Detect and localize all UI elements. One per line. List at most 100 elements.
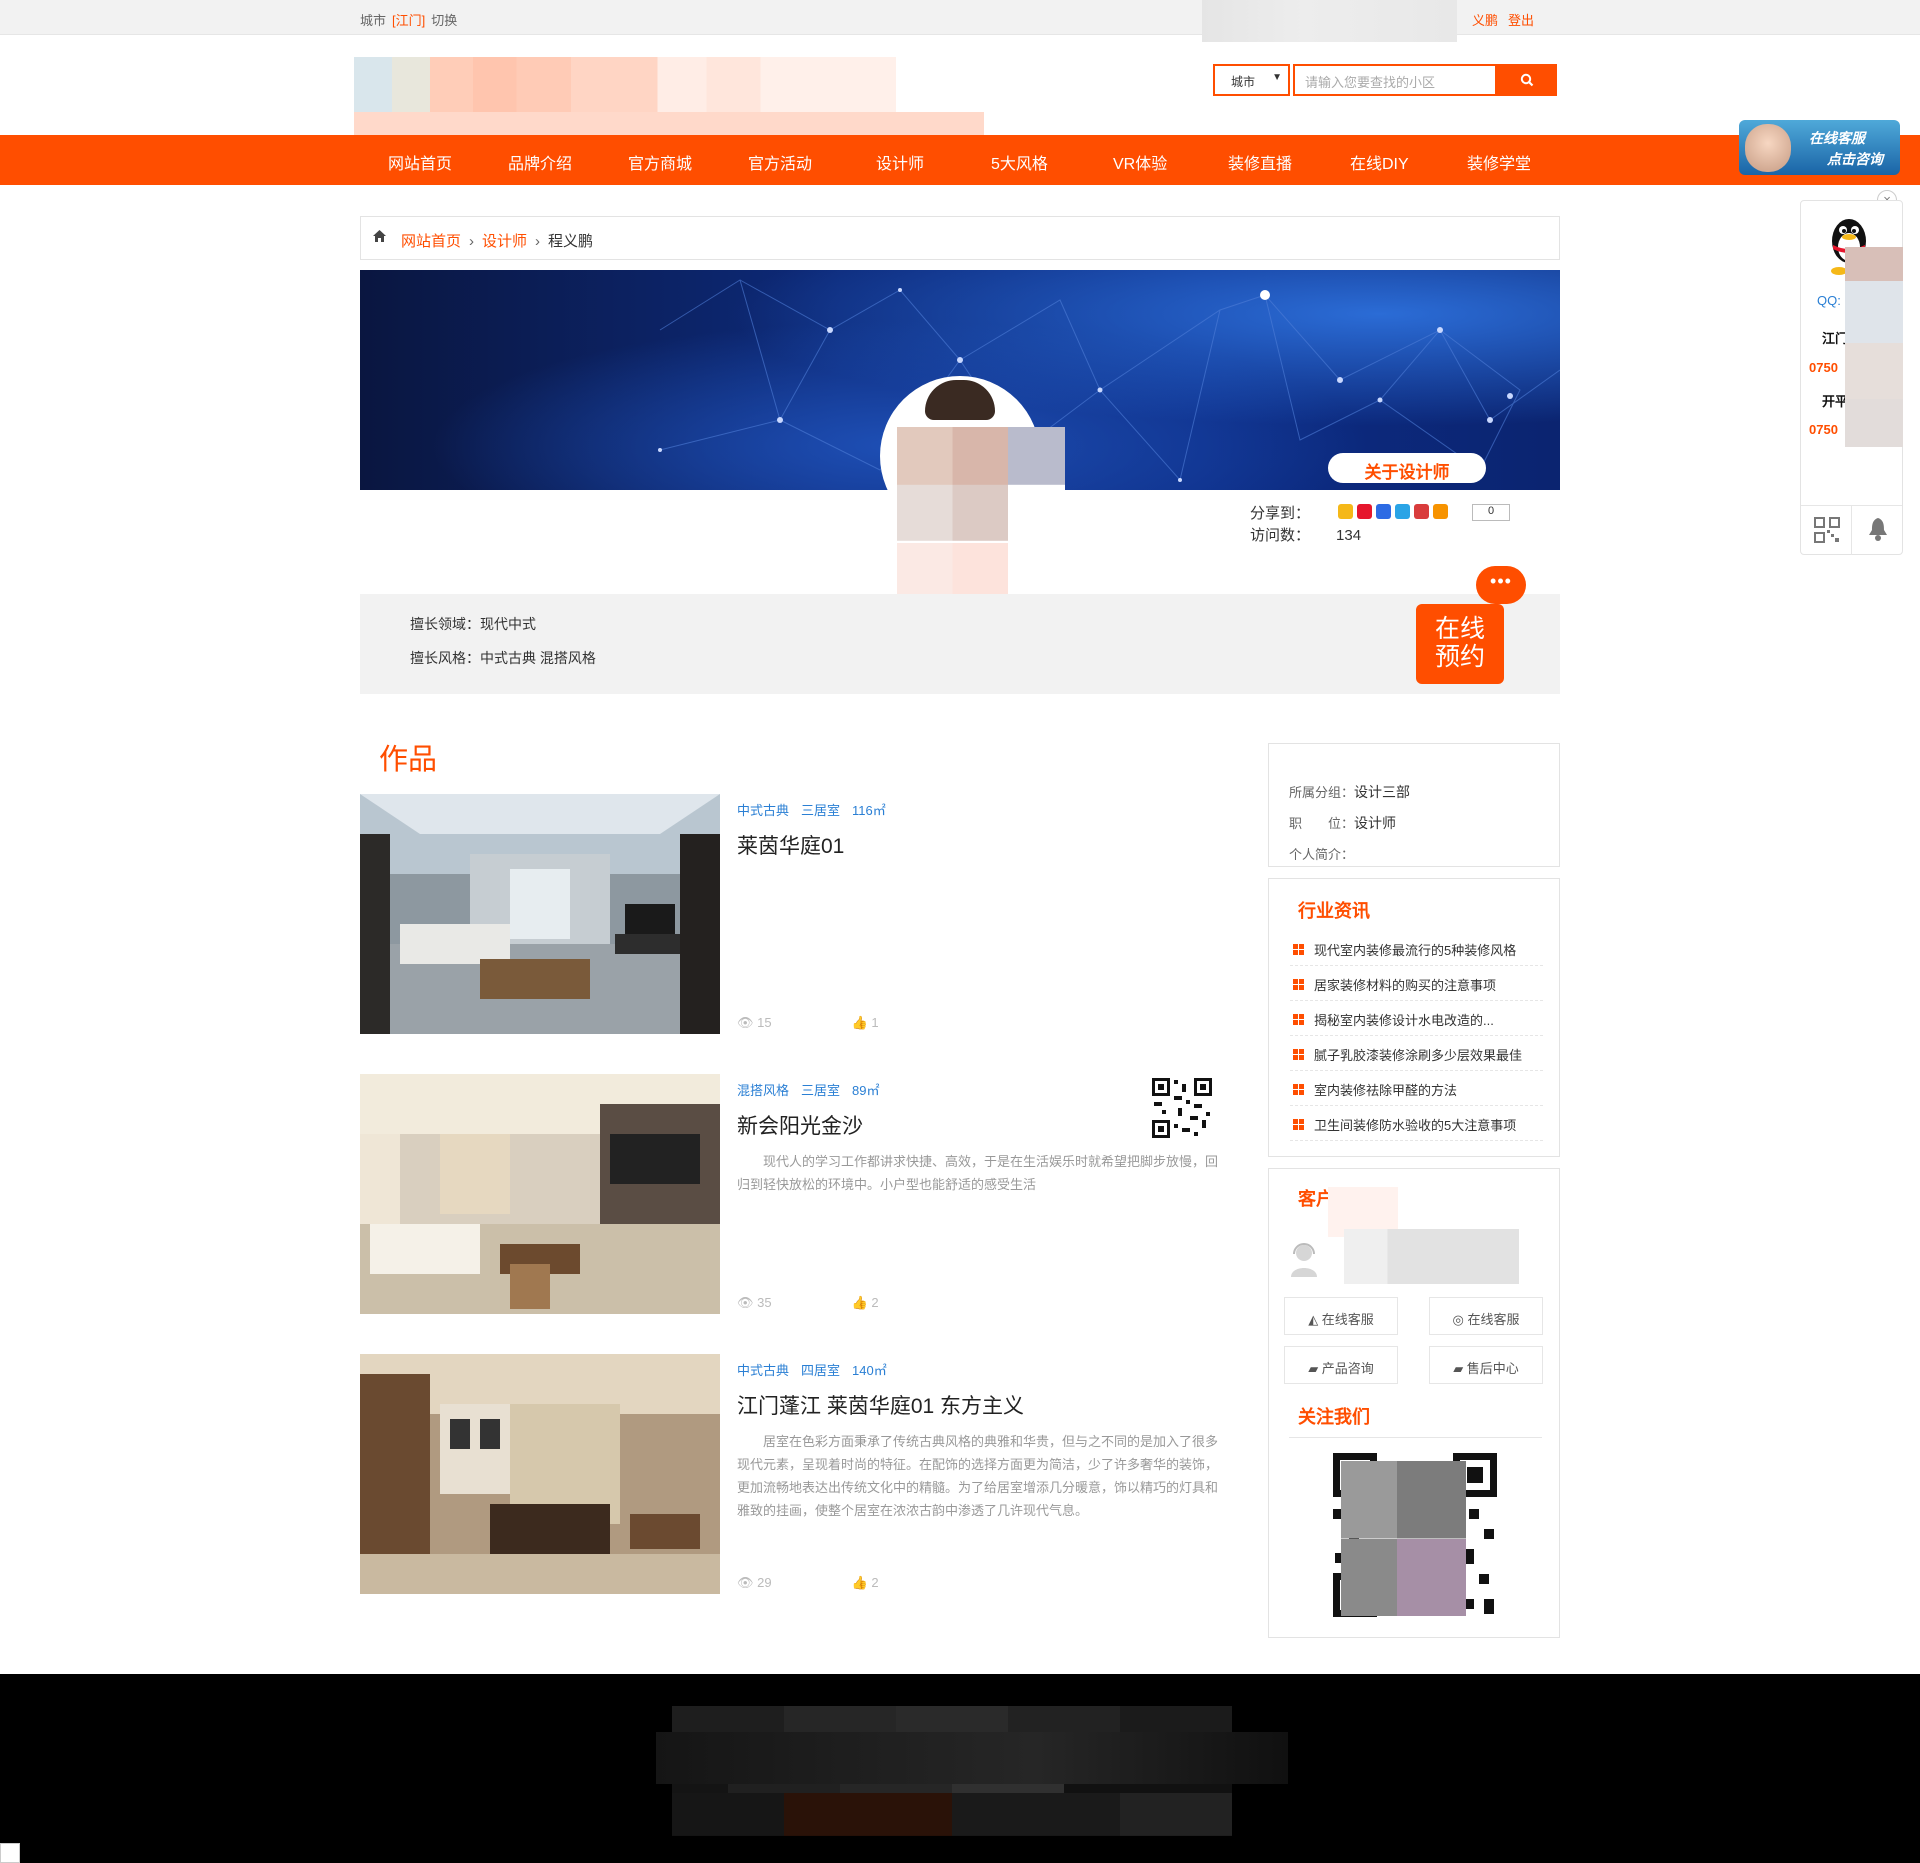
switch-city-link[interactable]: 切换 — [431, 13, 457, 28]
news-item[interactable]: 现代室内装修最流行的5种装修风格 — [1290, 931, 1543, 966]
cs-button-label: 售后中心 — [1466, 1361, 1519, 1376]
work-title[interactable]: 新会阳光金沙 — [737, 1110, 863, 1140]
city-label: 城市 — [360, 13, 387, 28]
nav-brand[interactable]: 品牌介绍 — [508, 150, 572, 174]
nav-mall[interactable]: 官方商城 — [628, 150, 692, 174]
likes-count[interactable]: 👍 1 — [852, 1015, 919, 1030]
renren-share-icon[interactable] — [1414, 504, 1429, 519]
news-link[interactable]: 揭秘室内装修设计水电改造的... — [1314, 1013, 1494, 1028]
views-count: 👁 29 — [737, 1575, 772, 1590]
work-thumbnail[interactable] — [360, 794, 720, 1034]
work-style-tag[interactable]: 中式古典 — [737, 803, 789, 818]
work-stats: 👁 29 👍 2 — [737, 1575, 959, 1591]
blurred-region — [656, 1732, 1288, 1784]
work-style-tag[interactable]: 中式古典 — [737, 1363, 789, 1378]
breadcrumb-designer[interactable]: 设计师 — [482, 233, 527, 250]
likes-count[interactable]: 👍 2 — [852, 1295, 919, 1310]
work-rooms-tag[interactable]: 三居室 — [801, 803, 840, 818]
news-item[interactable]: 卫生间装修防水验收的5大注意事项 — [1290, 1106, 1543, 1141]
online-booking-button[interactable]: ••• 在线 预约 — [1416, 566, 1526, 684]
after-sales-button[interactable]: ▰ 售后中心 — [1429, 1346, 1543, 1384]
work-rooms-tag[interactable]: 三居室 — [801, 1083, 840, 1098]
news-title: 行业资讯 — [1298, 901, 1370, 921]
news-link[interactable]: 腻子乳胶漆装修涂刷多少层效果最佳 — [1314, 1048, 1522, 1063]
about-designer-button[interactable]: 关于设计师 — [1328, 453, 1486, 483]
chat-icon: ▰ — [1453, 1361, 1467, 1376]
news-link[interactable]: 卫生间装修防水验收的5大注意事项 — [1314, 1118, 1516, 1133]
qzone-share-icon[interactable] — [1338, 504, 1353, 519]
news-item[interactable]: 腻子乳胶漆装修涂刷多少层效果最佳 — [1290, 1036, 1543, 1071]
divider — [1289, 1437, 1542, 1438]
chat-bubble-icon: ••• — [1476, 566, 1526, 604]
news-item[interactable]: 室内装修祛除甲醛的方法 — [1290, 1071, 1543, 1106]
work-thumbnail[interactable] — [360, 1354, 720, 1594]
work-item[interactable]: 中式古典 四居室 140㎡ 江门蓬江 莱茵华庭01 东方主义 居室在色彩方面秉承了传… — [360, 1354, 1220, 1594]
news-item[interactable]: 居家装修材料的购买的注意事项 — [1290, 966, 1543, 1001]
online-service-button[interactable]: ◭ 在线客服 — [1284, 1297, 1398, 1335]
position-value: 设计师 — [1354, 815, 1397, 831]
qr-code-icon[interactable] — [1814, 517, 1840, 543]
news-link[interactable]: 室内装修祛除甲醛的方法 — [1314, 1083, 1457, 1098]
nav-activity[interactable]: 官方活动 — [748, 150, 812, 174]
bell-icon[interactable] — [1867, 516, 1889, 542]
position-row: 职 位：设计师 — [1289, 813, 1396, 833]
city-select[interactable]: 城市 ▼ — [1213, 64, 1290, 96]
nav-vr[interactable]: VR体验 — [1113, 150, 1167, 174]
service-line2: 点击咨询 — [1827, 151, 1883, 167]
more-share-icon[interactable] — [1433, 504, 1448, 519]
online-service-banner[interactable]: 在线客服 点击咨询 — [1739, 120, 1900, 175]
blurred-region — [1344, 1229, 1519, 1284]
top-bar: 城市 [江门] 切换 义鹏 登出 — [0, 0, 1920, 42]
tqq-share-icon[interactable] — [1395, 504, 1410, 519]
work-title[interactable]: 江门蓬江 莱茵华庭01 东方主义 — [737, 1390, 1024, 1420]
weibo-share-icon[interactable] — [1357, 504, 1372, 519]
qr-code-icon[interactable] — [1150, 1076, 1214, 1140]
main-nav: 网站首页 品牌介绍 官方商城 官方活动 设计师 5大风格 VR体验 装修直播 在… — [0, 135, 1920, 185]
work-tags: 混搭风格 三居室 89㎡ — [737, 1080, 892, 1099]
baidu-share-icon[interactable] — [1376, 504, 1391, 519]
nav-home[interactable]: 网站首页 — [388, 150, 452, 174]
likes-count[interactable]: 👍 2 — [852, 1575, 919, 1590]
work-item[interactable]: 中式古典 三居室 116㎡ 莱茵华庭01 👁 15 👍 1 — [360, 794, 1220, 1034]
work-area-tag: 116㎡ — [852, 803, 886, 818]
logout-link[interactable]: 登出 — [1508, 13, 1534, 28]
grid-bullet-icon — [1293, 944, 1304, 955]
product-consult-button[interactable]: ▰ 产品咨询 — [1284, 1346, 1398, 1384]
share-icons — [1338, 504, 1452, 522]
work-rooms-tag[interactable]: 四居室 — [801, 1363, 840, 1378]
nav-live[interactable]: 装修直播 — [1228, 150, 1292, 174]
breadcrumb-home[interactable]: 网站首页 — [401, 233, 461, 250]
site-logo[interactable] — [354, 57, 896, 112]
online-service-button-2[interactable]: ◎ 在线客服 — [1429, 1297, 1543, 1335]
booking-card: 在线 预约 — [1416, 604, 1504, 684]
news-link[interactable]: 现代室内装修最流行的5种装修风格 — [1314, 943, 1516, 958]
blurred-region — [1202, 0, 1457, 42]
search-button[interactable] — [1497, 64, 1557, 96]
search-icon — [1520, 73, 1534, 87]
work-title[interactable]: 莱茵华庭01 — [737, 830, 844, 860]
news-link[interactable]: 居家装修材料的购买的注意事项 — [1314, 978, 1496, 993]
breadcrumb-sep: › — [535, 233, 541, 250]
current-city[interactable]: [江门] — [392, 13, 425, 28]
cs-button-label: 在线客服 — [1321, 1312, 1374, 1327]
qq-label[interactable]: QQ: — [1817, 293, 1841, 308]
grid-bullet-icon — [1293, 979, 1304, 990]
expertise-box: 擅长领域：现代中式 擅长风格：中式古典 混搭风格 — [360, 594, 1560, 694]
search-input[interactable]: 请输入您要查找的小区 — [1293, 64, 1497, 96]
group-value: 设计三部 — [1354, 784, 1411, 800]
search-placeholder: 请输入您要查找的小区 — [1305, 75, 1436, 90]
nav-styles[interactable]: 5大风格 — [991, 150, 1048, 174]
work-item[interactable]: 混搭风格 三居室 89㎡ 新会阳光金沙 现代人的学习工作都讲求快捷、高效，于是在生活… — [360, 1074, 1220, 1314]
nav-diy[interactable]: 在线DIY — [1350, 150, 1409, 174]
blurred-region — [1845, 247, 1903, 447]
work-thumbnail[interactable] — [360, 1074, 720, 1314]
branch-tel-1: 0750 — [1809, 360, 1838, 375]
user-name-link[interactable]: 义鹏 — [1472, 13, 1498, 28]
follow-title: 关注我们 — [1298, 1407, 1370, 1427]
service-agent-avatar — [1745, 124, 1791, 172]
nav-designer[interactable]: 设计师 — [876, 150, 924, 174]
work-style-tag[interactable]: 混搭风格 — [737, 1083, 789, 1098]
news-item[interactable]: 揭秘室内装修设计水电改造的... — [1290, 1001, 1543, 1036]
position-label: 职 位： — [1289, 816, 1355, 831]
nav-school[interactable]: 装修学堂 — [1467, 150, 1531, 174]
